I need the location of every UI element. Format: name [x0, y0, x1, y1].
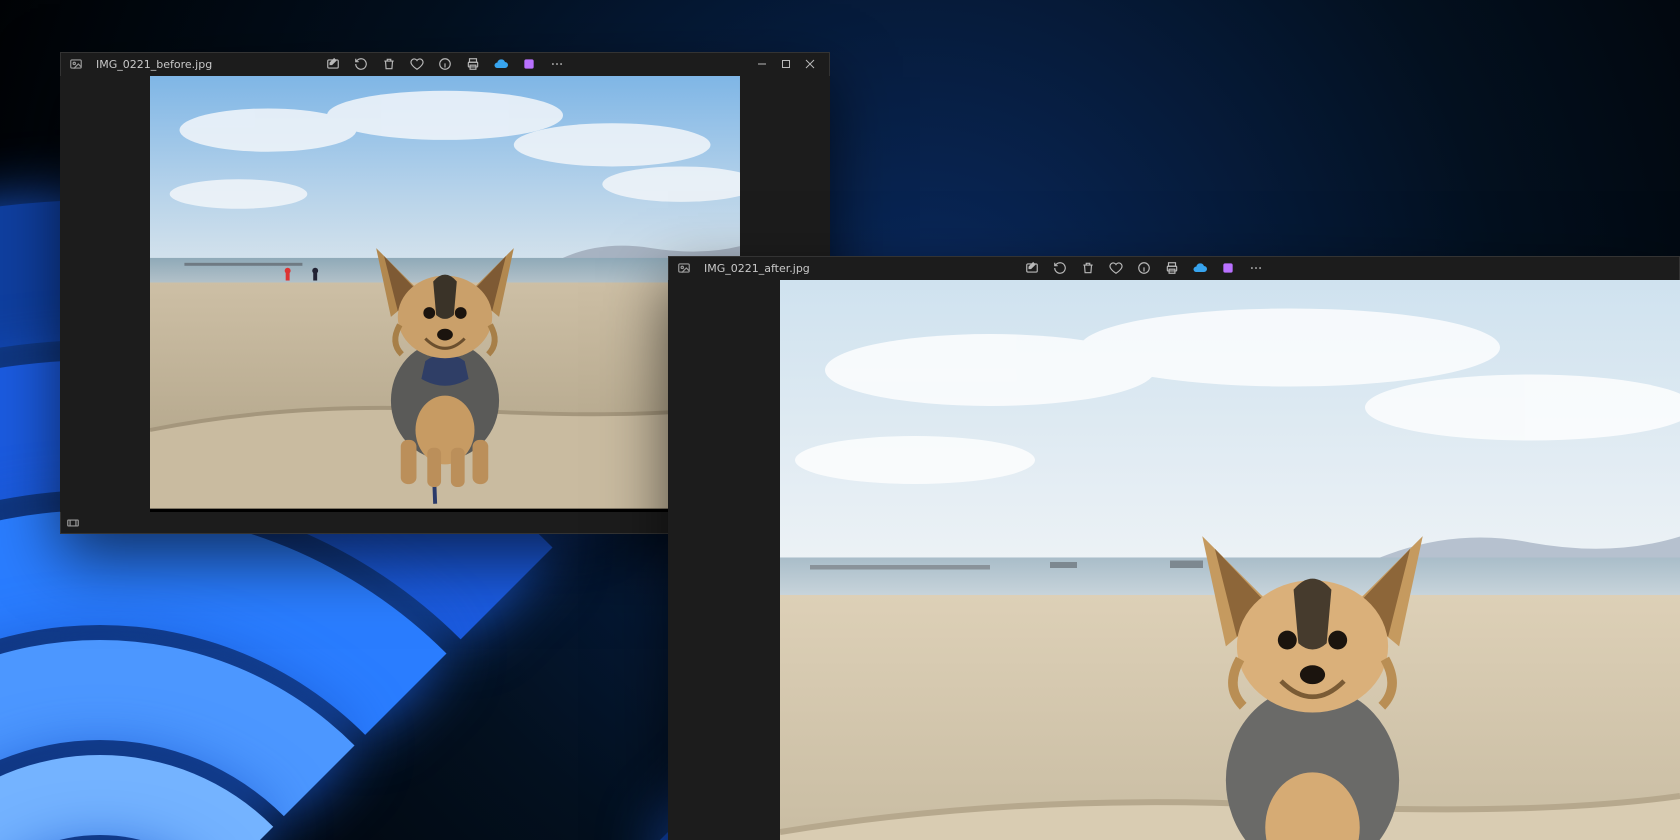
- delete-icon[interactable]: [1080, 260, 1096, 276]
- toolbar: [325, 56, 565, 72]
- favorite-heart-icon[interactable]: [1108, 260, 1124, 276]
- titlebar[interactable]: IMG_0221_after.jpg: [668, 256, 1680, 280]
- edit-image-icon[interactable]: [325, 56, 341, 72]
- info-icon[interactable]: [437, 56, 453, 72]
- filmstrip-icon[interactable]: [66, 515, 82, 531]
- close-icon[interactable]: [798, 54, 822, 74]
- titlebar[interactable]: IMG_0221_before.jpg: [60, 52, 830, 76]
- photos-window-after[interactable]: IMG_0221_after.jpg: [668, 256, 1680, 840]
- minimize-icon[interactable]: [750, 54, 774, 74]
- print-icon[interactable]: [1164, 260, 1180, 276]
- photo-before: [150, 76, 740, 509]
- image-viewport[interactable]: [780, 280, 1680, 840]
- clipchamp-icon[interactable]: [521, 56, 537, 72]
- rotate-icon[interactable]: [353, 56, 369, 72]
- delete-icon[interactable]: [381, 56, 397, 72]
- clipchamp-icon[interactable]: [1220, 260, 1236, 276]
- rotate-icon[interactable]: [1052, 260, 1068, 276]
- edit-image-icon[interactable]: [1024, 260, 1040, 276]
- maximize-icon[interactable]: [774, 54, 798, 74]
- image-viewport[interactable]: [150, 76, 740, 512]
- toolbar: [1024, 260, 1264, 276]
- window-title: IMG_0221_before.jpg: [92, 58, 212, 71]
- window-title: IMG_0221_after.jpg: [700, 262, 810, 275]
- window-controls: [750, 54, 822, 74]
- content-area: [668, 280, 1680, 840]
- favorite-heart-icon[interactable]: [409, 56, 425, 72]
- photo-after: [780, 280, 1680, 840]
- photos-app-icon: [676, 260, 692, 276]
- print-icon[interactable]: [465, 56, 481, 72]
- more-ellipsis-icon[interactable]: [1248, 260, 1264, 276]
- desktop-wallpaper: IMG_0221_before.jpg: [0, 0, 1680, 840]
- onedrive-cloud-icon[interactable]: [1192, 260, 1208, 276]
- photos-app-icon: [68, 56, 84, 72]
- info-icon[interactable]: [1136, 260, 1152, 276]
- more-ellipsis-icon[interactable]: [549, 56, 565, 72]
- onedrive-cloud-icon[interactable]: [493, 56, 509, 72]
